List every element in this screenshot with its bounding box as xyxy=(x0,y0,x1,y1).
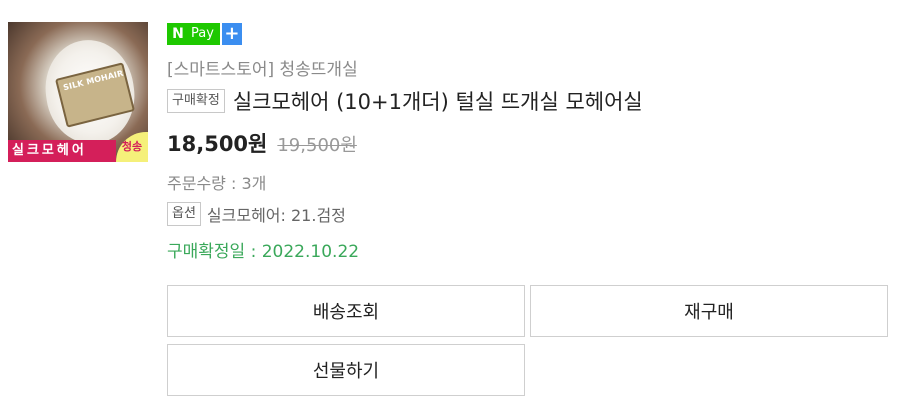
price-row: 18,500원 19,500원 xyxy=(167,128,357,158)
npay-n-icon: N xyxy=(167,23,189,45)
option-value: 실크모헤어: 21.검정 xyxy=(206,206,346,225)
option-badge: 옵션 xyxy=(167,202,201,226)
original-price: 19,500원 xyxy=(277,135,357,156)
thumbnail-caption: 실크모헤어 xyxy=(8,140,116,162)
product-title[interactable]: 실크모헤어 (10+1개더) 털실 뜨개실 모헤어실 xyxy=(233,86,643,116)
rebuy-button[interactable]: 재구매 xyxy=(530,285,888,337)
npay-badge: N Pay + xyxy=(167,23,242,45)
store-name[interactable]: [스마트스토어] 청송뜨개실 xyxy=(167,55,358,80)
npay-plus-icon: + xyxy=(221,23,242,45)
thumbnail-shop-badge: 청송 xyxy=(116,132,148,162)
status-badge: 구매확정 xyxy=(167,89,225,113)
option-row: 옵션 실크모헤어: 21.검정 xyxy=(167,202,346,226)
gift-button[interactable]: 선물하기 xyxy=(167,344,525,396)
product-title-row: 구매확정 실크모헤어 (10+1개더) 털실 뜨개실 모헤어실 xyxy=(167,86,643,116)
purchase-confirm-date: 구매확정일 : 2022.10.22 xyxy=(167,242,360,262)
npay-pay-label: Pay xyxy=(189,23,220,45)
product-thumbnail[interactable]: SILK MOHAIR 실크모헤어 청송 xyxy=(8,22,148,162)
order-quantity: 주문수량 : 3개 xyxy=(167,174,267,193)
sale-price: 18,500원 xyxy=(167,132,268,156)
track-delivery-button[interactable]: 배송조회 xyxy=(167,285,525,337)
